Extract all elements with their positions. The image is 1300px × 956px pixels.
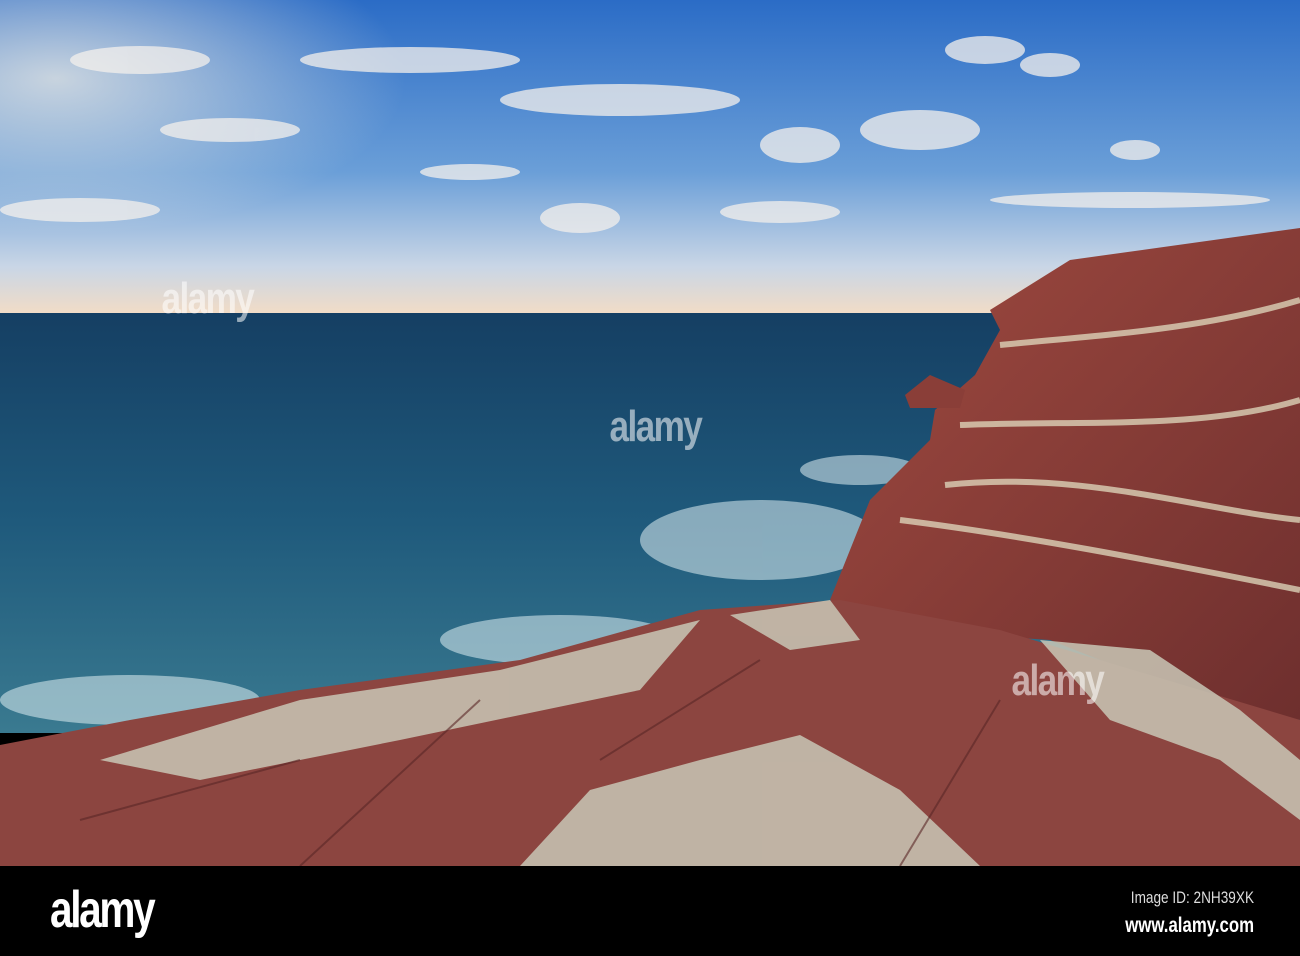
stock-photo: alamy alamy alamy alamy Image ID: 2NH39X… (0, 0, 1300, 956)
watermark-left: alamy (161, 274, 254, 323)
alamy-logo: alamy (50, 881, 156, 939)
watermark-center: alamy (609, 402, 702, 451)
watermark-right: alamy (1011, 656, 1104, 705)
image-id: Image ID: 2NH39XK (1130, 888, 1254, 907)
footer-bar: alamy Image ID: 2NH39XK www.alamy.com (0, 866, 1300, 956)
site-url: www.alamy.com (1125, 914, 1254, 937)
